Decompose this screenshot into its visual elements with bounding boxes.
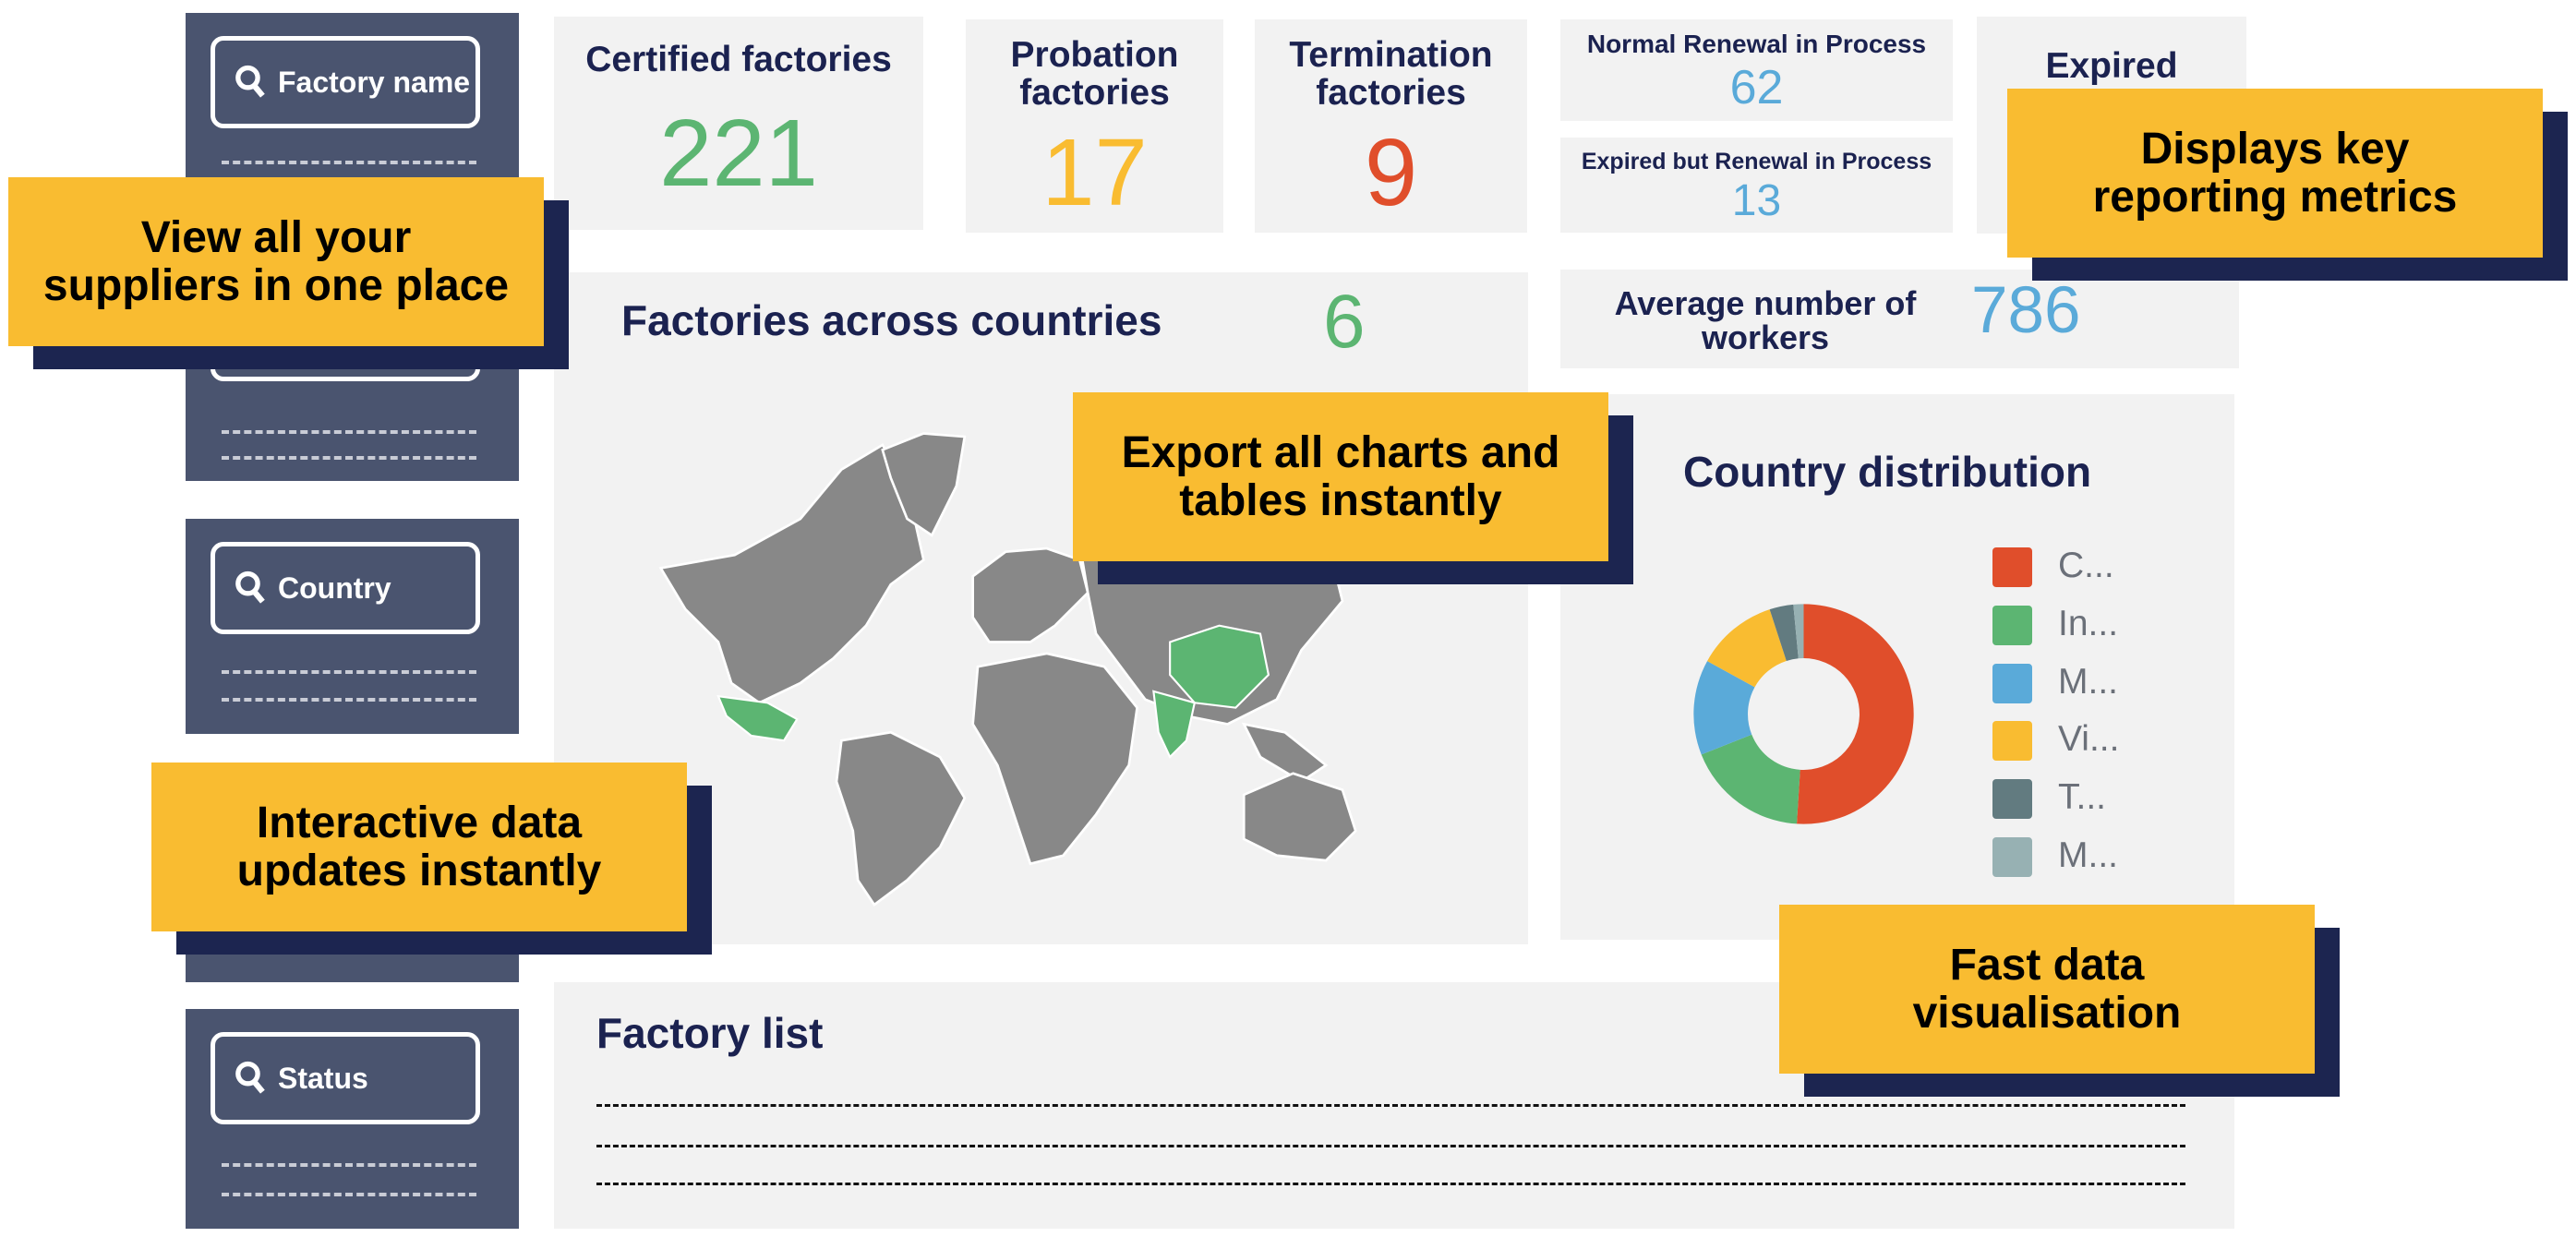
placeholder-line (222, 698, 476, 702)
expired-renewal-value: 13 (1731, 176, 1782, 225)
legend-label[interactable]: M... (2058, 835, 2118, 876)
legend-swatch[interactable] (1992, 837, 2032, 877)
legend-swatch[interactable] (1992, 547, 2032, 587)
donut-slice-0[interactable] (1797, 604, 1914, 824)
placeholder-line (222, 1193, 476, 1196)
callout-interactive: Interactive data updates instantly (151, 763, 712, 955)
country-donut-chart[interactable] (1689, 599, 1919, 829)
expired-label: Expired (2045, 46, 2178, 86)
legend-swatch[interactable] (1992, 663, 2032, 703)
normal-renewal-label: Normal Renewal in Process (1586, 30, 1927, 58)
certified-value: 221 (659, 100, 818, 206)
map-south-america[interactable] (835, 730, 967, 907)
expired-renewal-card: Expired but Renewal in Process 13 (1560, 138, 1953, 233)
probation-label: Probation factories (1010, 35, 1179, 113)
callout-visualisation: Fast data visualisation (1779, 905, 2340, 1097)
map-africa[interactable] (971, 652, 1138, 866)
callout-text: Displays key reporting metrics (2007, 89, 2543, 258)
map-southeast-asia[interactable] (1241, 722, 1329, 784)
legend-label[interactable]: Vi... (2058, 719, 2119, 760)
placeholder-line (222, 430, 476, 434)
legend-swatch[interactable] (1992, 779, 2032, 820)
placeholder-line (222, 670, 476, 674)
probation-card: Probation factories 17 (966, 19, 1223, 233)
callout-text: Interactive data updates instantly (151, 763, 687, 931)
search-icon (235, 65, 265, 98)
placeholder-line (222, 456, 476, 460)
callout-text: View all your suppliers in one place (8, 177, 544, 346)
legend-label[interactable]: In... (2058, 604, 2118, 644)
avg-workers-label: Average number of workers (1614, 284, 1917, 356)
map-north-america[interactable] (658, 443, 925, 704)
map-india[interactable] (1152, 690, 1197, 759)
certified-label: Certified factories (585, 40, 892, 79)
status-search[interactable]: Status (211, 1032, 480, 1124)
filter-panel-country: Country (186, 519, 519, 734)
termination-card: Termination factories 9 (1255, 19, 1527, 233)
normal-renewal-card: Normal Renewal in Process 62 (1560, 19, 1953, 121)
search-icon (235, 1061, 265, 1094)
placeholder-line (222, 161, 476, 164)
factory-list-row[interactable] (596, 1104, 2185, 1107)
callout-export: Export all charts and tables instantly (1073, 392, 1633, 584)
map-mexico[interactable] (716, 694, 799, 742)
factory-list-title: Factory list (596, 1009, 824, 1057)
filter-panel-status: Status (186, 1009, 519, 1229)
country-label: Country (278, 570, 391, 605)
map-europe[interactable] (971, 546, 1089, 643)
legend-swatch[interactable] (1992, 721, 2032, 762)
callout-suppliers: View all your suppliers in one place (8, 177, 569, 369)
search-icon (235, 570, 265, 604)
factory-list-row[interactable] (596, 1145, 2185, 1147)
status-label: Status (278, 1061, 368, 1095)
avg-workers-card: Average number of workers 786 (1560, 270, 2239, 368)
termination-label: Termination factories (1289, 35, 1493, 113)
legend-swatch[interactable] (1992, 605, 2032, 645)
factory-list-row[interactable] (596, 1183, 2185, 1185)
callout-text: Export all charts and tables instantly (1073, 392, 1608, 561)
placeholder-line (222, 1163, 476, 1167)
normal-renewal-value: 62 (1729, 61, 1784, 114)
certified-card: Certified factories 221 (554, 17, 923, 230)
expired-renewal-label: Expired but Renewal in Process (1581, 149, 1932, 174)
factory-name-search[interactable]: Factory name (211, 36, 480, 128)
country-distribution-title: Country distribution (1683, 448, 2092, 496)
legend-label[interactable]: M... (2058, 662, 2118, 703)
callout-metrics: Displays key reporting metrics (2007, 89, 2568, 281)
callout-text: Fast data visualisation (1779, 905, 2315, 1074)
country-search[interactable]: Country (211, 542, 480, 634)
map-australia[interactable] (1242, 772, 1357, 862)
avg-workers-value: 786 (1971, 274, 2081, 347)
probation-value: 17 (1041, 119, 1148, 225)
factory-name-label: Factory name (278, 65, 471, 99)
legend-label[interactable]: C... (2058, 546, 2114, 586)
legend-label[interactable]: T... (2058, 777, 2106, 818)
termination-value: 9 (1364, 119, 1418, 225)
